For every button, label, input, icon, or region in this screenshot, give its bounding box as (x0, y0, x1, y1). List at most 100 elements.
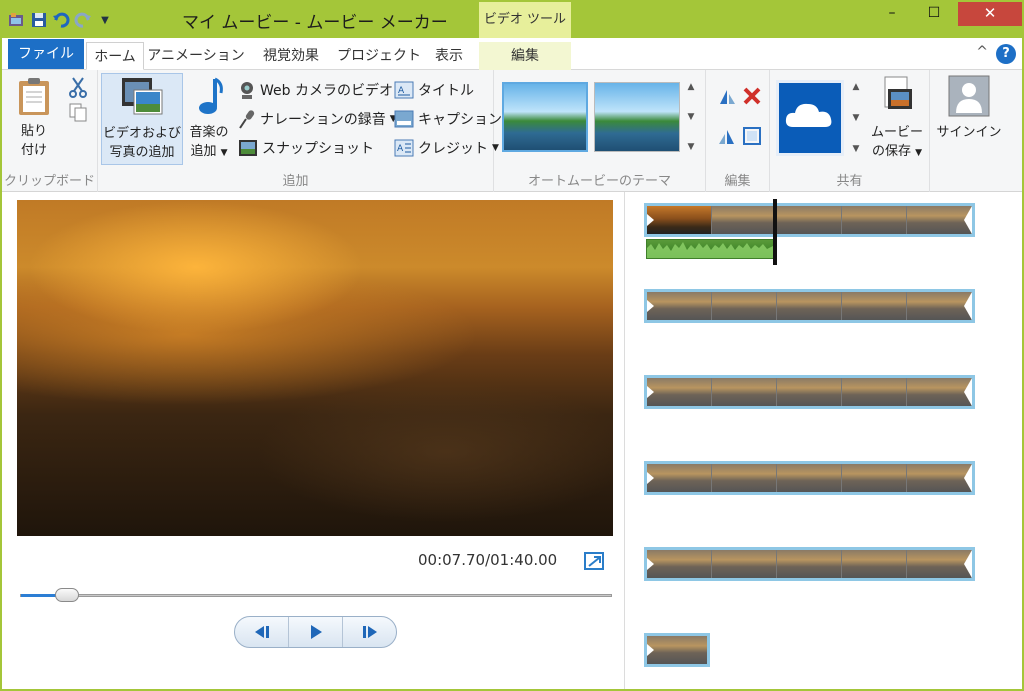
caption-button[interactable]: キャプション (394, 107, 502, 131)
clip-frame-thumbnail (712, 206, 776, 234)
close-window-button[interactable]: ✕ (958, 2, 1022, 26)
rotate-right-icon[interactable] (716, 126, 738, 152)
gallery-up-icon[interactable]: ▲ (688, 82, 695, 92)
save-movie-icon (884, 76, 912, 109)
add-music-label-2: 追加 ▼ (190, 144, 228, 159)
cut-icon[interactable] (68, 76, 88, 102)
caption-label: キャプション (418, 112, 502, 128)
tab-file[interactable]: ファイル (8, 39, 84, 69)
tab-project[interactable]: プロジェクト (336, 42, 422, 70)
customize-dropdown-icon[interactable]: ▼ (96, 11, 114, 29)
tab-animation[interactable]: アニメーション (147, 42, 245, 70)
add-videos-photos-button[interactable]: ビデオおよび 写真の追加 (101, 73, 183, 165)
clip-frame-thumbnail (842, 378, 906, 406)
title-icon: A (394, 81, 414, 99)
quick-access-toolbar: ▼ (8, 10, 114, 30)
clip-frame-thumbnail (907, 550, 971, 578)
clip-frame-thumbnail (647, 206, 711, 234)
clipboard-icon (19, 78, 49, 115)
clip-start-notch (647, 214, 654, 226)
redo-icon[interactable] (74, 11, 92, 29)
undo-icon[interactable] (52, 11, 70, 29)
save-movie-button[interactable]: ムービー の保存 ▼ (866, 75, 928, 163)
rotate-left-icon[interactable] (716, 86, 738, 112)
group-edit: 編集 (706, 70, 770, 192)
clip-start-notch (647, 300, 654, 312)
tab-view[interactable]: 表示 (427, 42, 471, 70)
storyboard-clip[interactable] (644, 461, 975, 495)
video-preview[interactable] (17, 200, 613, 536)
share-down-icon[interactable]: ▼ (853, 113, 860, 123)
share-more-icon[interactable]: ▼ (853, 144, 860, 154)
storyboard-clip[interactable] (644, 547, 975, 581)
window-title: マイ ムービー - ムービー メーカー (182, 13, 448, 33)
theme-gallery-scroller[interactable]: ▲ ▼ ▼ (684, 82, 698, 152)
playhead-marker[interactable] (773, 199, 777, 265)
snapshot-icon (239, 140, 257, 156)
title-button[interactable]: A タイトル (394, 78, 474, 102)
theme-thumbnail-contemporary[interactable] (594, 82, 680, 152)
clip-frame-thumbnail (907, 464, 971, 492)
gallery-down-icon[interactable]: ▼ (688, 112, 695, 122)
clip-start-notch (647, 472, 654, 484)
fullscreen-icon[interactable] (584, 552, 604, 570)
sign-in-button[interactable]: サインイン (936, 75, 1002, 142)
previous-frame-button[interactable] (235, 617, 289, 647)
record-narration-label: ナレーションの録音 (260, 112, 386, 128)
paste-label-1: 貼り (20, 124, 47, 139)
maximize-window-button[interactable]: ☐ (914, 2, 954, 26)
credits-label: クレジット (418, 141, 488, 157)
clip-frame-thumbnail (907, 378, 971, 406)
seek-bar[interactable] (20, 588, 612, 602)
share-up-icon[interactable]: ▲ (853, 82, 860, 92)
share-gallery-scroller[interactable]: ▲ ▼ ▼ (850, 82, 862, 154)
theme-thumbnail-default[interactable] (502, 82, 588, 152)
copy-icon[interactable] (68, 102, 88, 126)
help-icon[interactable]: ? (996, 44, 1016, 64)
credits-button[interactable]: A クレジット ▼ (394, 136, 499, 160)
pane-splitter[interactable] (624, 192, 625, 689)
paste-button[interactable]: 貼り 付け (12, 76, 56, 160)
select-all-icon[interactable] (742, 126, 762, 150)
tab-visual-effects[interactable]: 視覚効果 (252, 42, 330, 70)
transport-controls (234, 616, 397, 648)
group-share: ▲ ▼ ▼ ムービー の保存 ▼ 共有 (770, 70, 930, 192)
add-music-button[interactable]: 音楽の 追加 ▼ (186, 75, 232, 163)
preview-frame-image (17, 200, 613, 536)
storyboard-clip[interactable] (644, 375, 975, 409)
save-icon[interactable] (30, 11, 48, 29)
clip-frame-thumbnail (907, 206, 971, 234)
clip-frame-thumbnail (842, 292, 906, 320)
snapshot-button[interactable]: スナップショット (238, 136, 374, 160)
next-frame-button[interactable] (343, 617, 396, 647)
cloud-icon (785, 103, 832, 127)
clip-end-notch (964, 550, 972, 578)
minimize-ribbon-button[interactable]: ^ (976, 44, 988, 60)
remove-icon[interactable] (742, 86, 762, 110)
minimize-window-button[interactable]: – (872, 2, 912, 26)
edit-group-label: 編集 (724, 174, 751, 189)
webcam-icon (241, 82, 253, 99)
tab-video-tools-edit[interactable]: 編集 (479, 42, 571, 70)
sign-in-label: サインイン (936, 125, 1002, 140)
storyboard-clip[interactable] (644, 633, 710, 667)
clip-frame-thumbnail (647, 464, 711, 492)
app-menu-icon[interactable] (8, 11, 26, 29)
seek-bar-thumb[interactable] (54, 588, 79, 602)
music-track[interactable] (646, 239, 774, 259)
play-button[interactable] (289, 617, 343, 647)
playback-time: 00:07.70/01:40.00 (418, 551, 558, 569)
webcam-video-button[interactable]: Web カメラのビデオ (238, 78, 393, 102)
record-narration-button[interactable]: ナレーションの録音 ▼ (238, 107, 397, 131)
clip-end-notch (964, 292, 972, 320)
storyboard-clip[interactable] (644, 203, 975, 237)
clip-frame-thumbnail (712, 378, 776, 406)
microphone-icon (239, 110, 255, 129)
add-music-label-1: 音楽の (189, 125, 229, 140)
onedrive-share-button[interactable] (776, 80, 844, 156)
title-label: タイトル (418, 83, 474, 99)
gallery-more-icon[interactable]: ▼ (688, 142, 695, 152)
storyboard-clip[interactable] (644, 289, 975, 323)
clip-frame-thumbnail (907, 292, 971, 320)
tab-home[interactable]: ホーム (86, 42, 144, 70)
